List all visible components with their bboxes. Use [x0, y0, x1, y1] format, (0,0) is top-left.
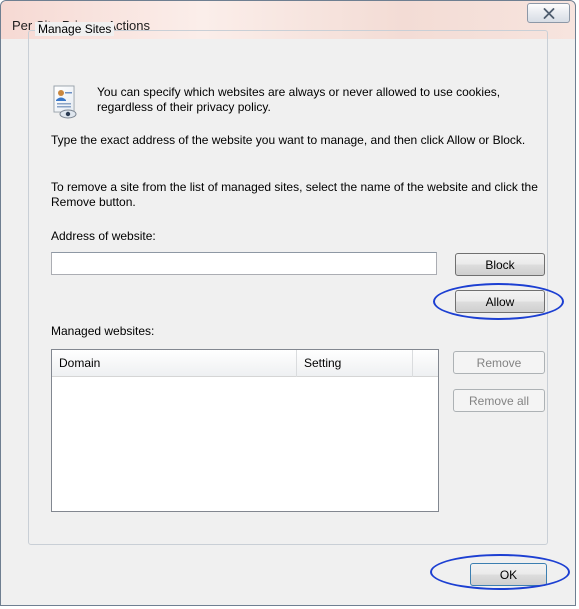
instruction-text-add: Type the exact address of the website yo… — [51, 133, 526, 147]
column-header-setting[interactable]: Setting — [297, 350, 413, 377]
list-header: Domain Setting — [52, 350, 438, 377]
intro-text: You can specify which websites are alway… — [97, 85, 501, 114]
ok-button[interactable]: OK — [470, 563, 547, 586]
remove-all-button[interactable]: Remove all — [453, 389, 545, 412]
block-button[interactable]: Block — [455, 253, 545, 276]
address-label: Address of website: — [51, 229, 156, 243]
close-button[interactable] — [527, 3, 570, 23]
privacy-document-icon — [53, 85, 77, 119]
close-icon — [543, 7, 554, 19]
remove-button[interactable]: Remove — [453, 351, 545, 374]
manage-sites-label: Manage Sites — [35, 22, 115, 36]
allow-button[interactable]: Allow — [455, 290, 545, 313]
managed-websites-label: Managed websites: — [51, 324, 155, 338]
instruction-text-remove: To remove a site from the list of manage… — [51, 180, 538, 209]
column-header-domain[interactable]: Domain — [52, 350, 297, 377]
managed-websites-list[interactable]: Domain Setting — [51, 349, 439, 512]
address-input[interactable] — [51, 252, 437, 275]
